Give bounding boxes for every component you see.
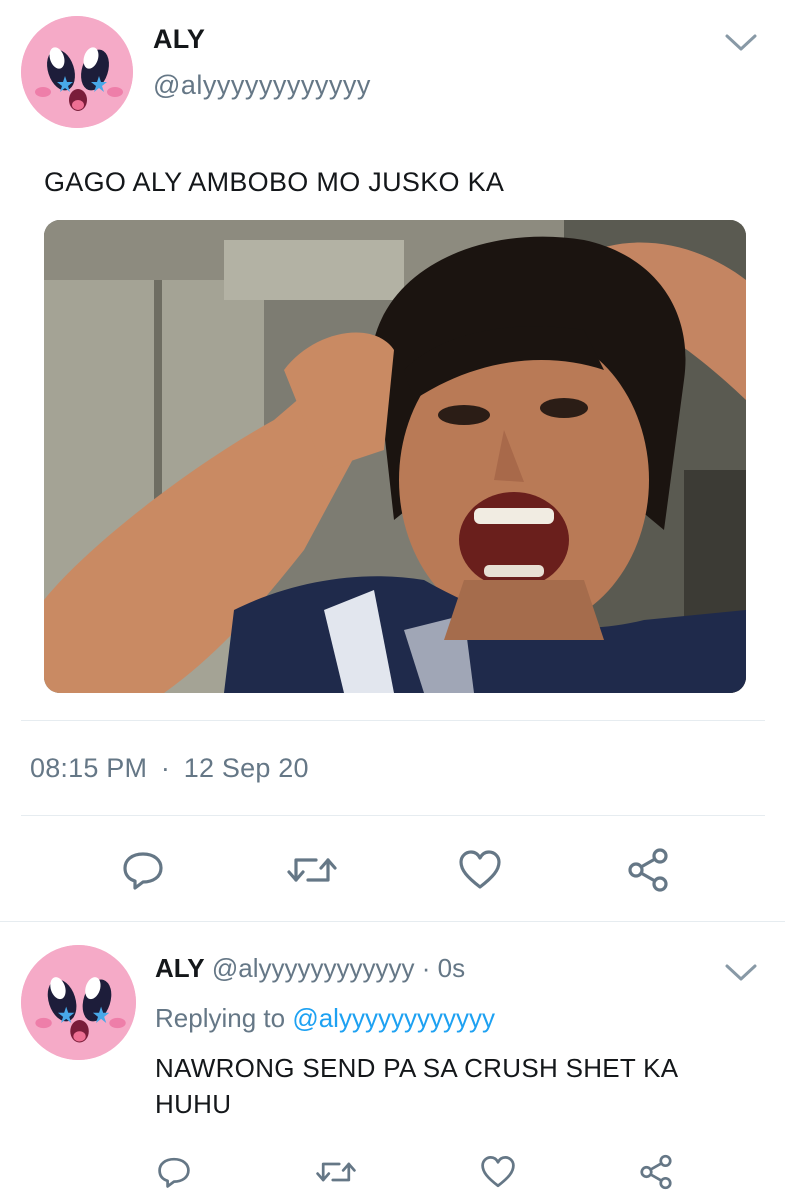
tweet-time: 08:15 PM: [30, 753, 148, 783]
reply-separator: ·: [421, 953, 431, 983]
heart-icon: [481, 1156, 515, 1188]
reply-header: ALY @alyyyyyyyyyyyy · 0s: [155, 953, 465, 984]
like-button[interactable]: [452, 845, 508, 895]
reply-icon: [123, 852, 163, 890]
author-name[interactable]: ALY: [153, 24, 205, 55]
reply-text: NAWRONG SEND PA SA CRUSH SHET KA HUHU: [155, 1053, 678, 1119]
reply-age: 0s: [437, 953, 466, 983]
retweet-icon: [287, 858, 337, 882]
divider: [21, 720, 765, 721]
reply-icon: [158, 1157, 190, 1188]
timestamp-separator: ·: [160, 753, 171, 783]
reply-avatar[interactable]: [21, 945, 136, 1060]
tweet-text: GAGO ALY AMBOBO MO JUSKO KA: [44, 167, 505, 197]
chevron-down-icon[interactable]: [723, 30, 759, 54]
reply-like-button[interactable]: [476, 1152, 520, 1192]
reply-author-handle[interactable]: @alyyyyyyyyyyyy: [212, 953, 415, 983]
divider: [21, 815, 765, 816]
share-icon: [640, 1154, 672, 1190]
reply-retweet-button[interactable]: [312, 1152, 360, 1192]
share-icon: [628, 848, 668, 892]
reply-button[interactable]: [115, 845, 171, 895]
replying-to-link[interactable]: @alyyyyyyyyyyyy: [292, 1003, 495, 1033]
share-button[interactable]: [620, 843, 676, 897]
author-handle[interactable]: @alyyyyyyyyyyyy: [153, 70, 371, 101]
reply-author-name[interactable]: ALY: [155, 953, 205, 983]
heart-icon: [459, 850, 501, 889]
retweet-icon: [316, 1162, 356, 1182]
kirby-face-icon: [21, 16, 133, 128]
tweet-photo[interactable]: [44, 220, 746, 693]
retweet-button[interactable]: [282, 845, 342, 895]
replying-to: Replying to @alyyyyyyyyyyyy: [155, 1003, 495, 1034]
kirby-face-icon: [21, 945, 136, 1060]
reply-reply-button[interactable]: [152, 1152, 196, 1192]
chevron-down-icon[interactable]: [723, 960, 759, 984]
replying-prefix: Replying to: [155, 1003, 286, 1033]
tweet-date: 12 Sep 20: [183, 753, 309, 783]
reply-share-button[interactable]: [634, 1150, 678, 1194]
divider: [0, 921, 785, 922]
avatar[interactable]: [21, 16, 133, 128]
tweet-timestamp[interactable]: 08:15 PM · 12 Sep 20: [30, 753, 309, 784]
